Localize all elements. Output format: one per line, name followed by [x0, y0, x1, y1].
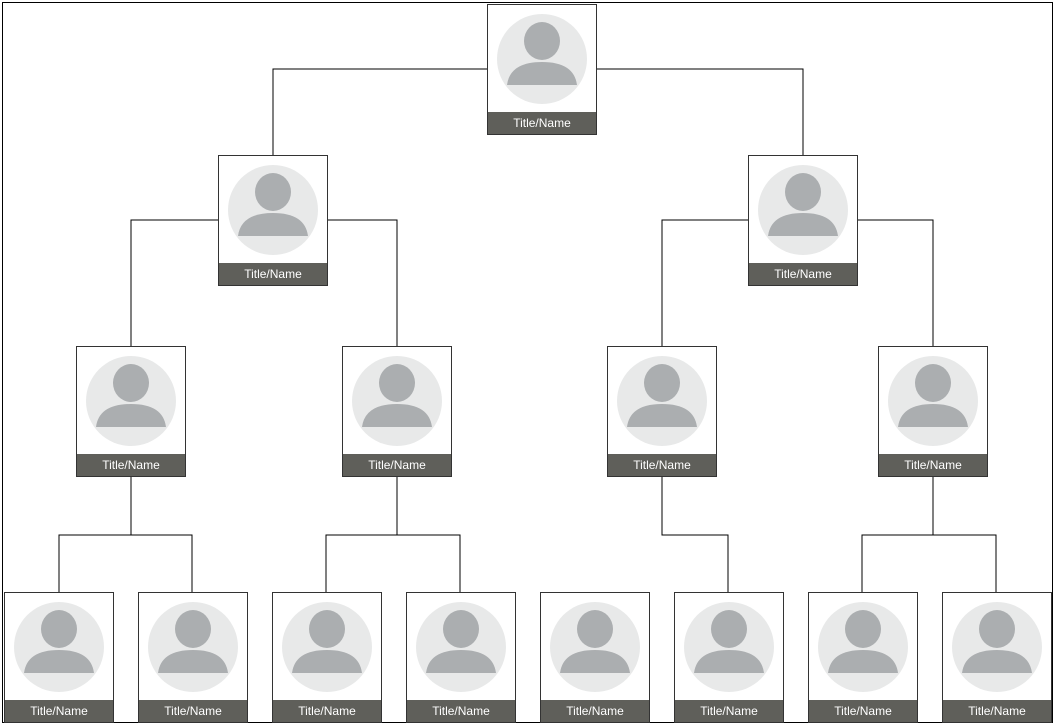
org-node-l4h[interactable]: Title/Name	[942, 592, 1052, 723]
person-avatar-icon	[818, 602, 908, 692]
person-avatar-icon	[86, 356, 176, 446]
node-label: Title/Name	[5, 700, 113, 722]
connector-l3b	[325, 476, 461, 592]
org-node-l2a[interactable]: Title/Name	[218, 155, 328, 286]
org-node-l3b[interactable]: Title/Name	[342, 346, 452, 477]
person-avatar-icon	[550, 602, 640, 692]
node-label: Title/Name	[943, 700, 1051, 722]
node-label: Title/Name	[219, 263, 327, 285]
person-avatar-icon	[952, 602, 1042, 692]
org-node-root[interactable]: Title/Name	[487, 4, 597, 135]
node-label: Title/Name	[749, 263, 857, 285]
person-avatar-icon	[228, 165, 318, 255]
person-avatar-icon	[416, 602, 506, 692]
org-node-l2b[interactable]: Title/Name	[748, 155, 858, 286]
node-label: Title/Name	[407, 700, 515, 722]
node-label: Title/Name	[77, 454, 185, 476]
person-avatar-icon	[14, 602, 104, 692]
org-chart: Title/Name Title/Name Title/Name Title/N…	[0, 0, 1056, 727]
node-label: Title/Name	[675, 700, 783, 722]
node-label: Title/Name	[541, 700, 649, 722]
org-node-l4f[interactable]: Title/Name	[674, 592, 784, 723]
org-node-l4g[interactable]: Title/Name	[808, 592, 918, 723]
person-avatar-icon	[282, 602, 372, 692]
node-label: Title/Name	[879, 454, 987, 476]
connector-l3a	[58, 476, 193, 592]
person-avatar-icon	[758, 165, 848, 255]
org-node-l4b[interactable]: Title/Name	[138, 592, 248, 723]
person-avatar-icon	[352, 356, 442, 446]
node-label: Title/Name	[139, 700, 247, 722]
org-node-l3a[interactable]: Title/Name	[76, 346, 186, 477]
org-node-l3c[interactable]: Title/Name	[607, 346, 717, 477]
connector-l3c	[661, 476, 729, 592]
org-node-l3d[interactable]: Title/Name	[878, 346, 988, 477]
org-node-l4d[interactable]: Title/Name	[406, 592, 516, 723]
node-label: Title/Name	[608, 454, 716, 476]
org-node-l4c[interactable]: Title/Name	[272, 592, 382, 723]
org-node-l4e[interactable]: Title/Name	[540, 592, 650, 723]
person-avatar-icon	[684, 602, 774, 692]
node-label: Title/Name	[809, 700, 917, 722]
person-avatar-icon	[497, 14, 587, 104]
connector-l3d	[861, 476, 997, 592]
person-avatar-icon	[888, 356, 978, 446]
person-avatar-icon	[148, 602, 238, 692]
org-node-l4a[interactable]: Title/Name	[4, 592, 114, 723]
person-avatar-icon	[617, 356, 707, 446]
node-label: Title/Name	[343, 454, 451, 476]
node-label: Title/Name	[488, 112, 596, 134]
node-label: Title/Name	[273, 700, 381, 722]
